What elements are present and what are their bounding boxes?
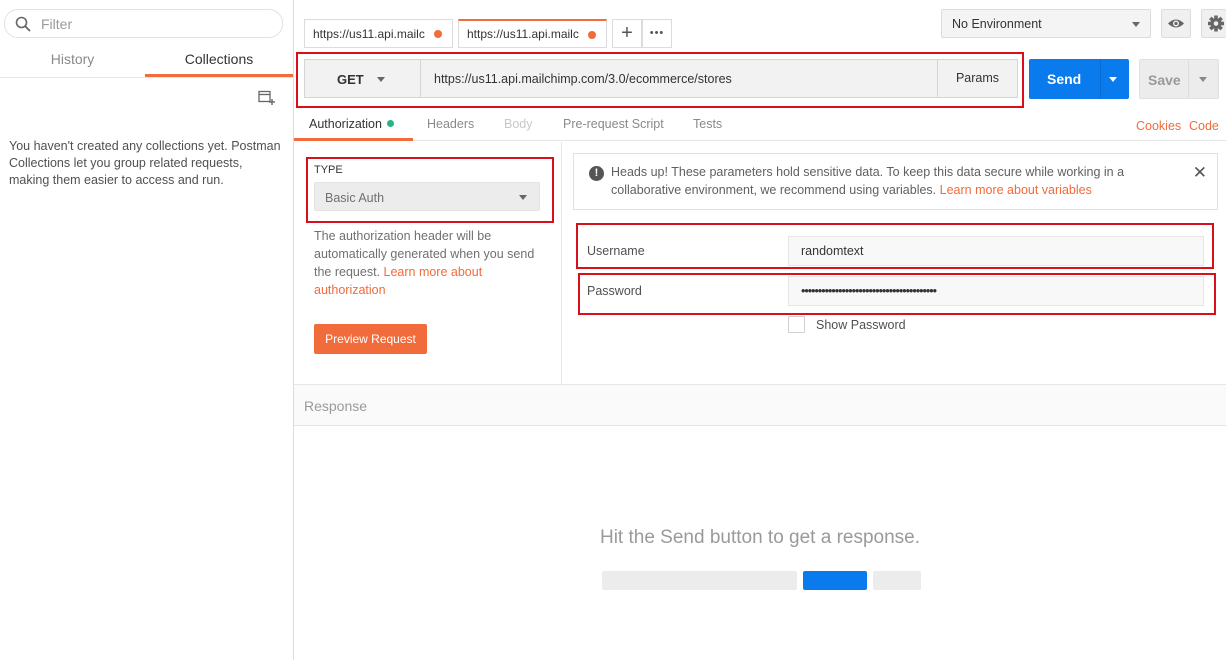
request-tab-1[interactable]: https://us11.api.mailchimp.com/3.0/ecomm… [304, 19, 453, 48]
chevron-down-icon [519, 195, 527, 200]
request-tab-label: https://us11.api.mailchimp.com/3.0/ecomm… [467, 27, 579, 41]
add-tab-button[interactable]: + [612, 19, 642, 48]
chevron-down-icon [1132, 22, 1140, 27]
tab-authorization[interactable]: Authorization [309, 117, 394, 131]
tab-tests[interactable]: Tests [693, 117, 722, 131]
environment-quick-look-button[interactable] [1161, 9, 1191, 38]
auth-type-label: TYPE [314, 164, 343, 176]
auth-description: The authorization header will be automat… [314, 227, 546, 299]
unsaved-dot-icon [434, 30, 442, 38]
tab-history[interactable]: History [0, 44, 145, 77]
chevron-down-icon[interactable] [1199, 77, 1207, 82]
tab-authorization-label: Authorization [309, 117, 382, 131]
environment-select[interactable]: No Environment [941, 9, 1151, 38]
response-header: Response [294, 384, 1226, 426]
auth-type-select[interactable]: Basic Auth [314, 182, 540, 211]
placeholder-bar [873, 571, 921, 590]
empty-collections-message: You haven't created any collections yet.… [9, 139, 281, 187]
active-indicator-icon [386, 120, 394, 127]
active-tab-underline [294, 138, 413, 141]
send-divider [1100, 59, 1101, 99]
empty-response-message: Hit the Send button to get a response. [599, 527, 921, 548]
sidebar-tabs: History Collections [0, 44, 293, 78]
tab-collections[interactable]: Collections [145, 44, 293, 77]
learn-more-variables-link[interactable]: Learn more about variables [940, 183, 1092, 197]
search-icon [15, 16, 31, 32]
filter-box[interactable] [4, 9, 283, 38]
eye-icon [1168, 19, 1184, 28]
gear-icon [1208, 15, 1224, 32]
auth-type-panel: TYPE Basic Auth The authorization header… [294, 142, 562, 384]
code-link[interactable]: Code [1189, 119, 1219, 133]
tab-body[interactable]: Body [504, 117, 533, 131]
tab-pre-request-script[interactable]: Pre-request Script [563, 117, 664, 131]
auth-type-value: Basic Auth [325, 191, 385, 205]
environment-selected: No Environment [952, 17, 1042, 31]
chevron-down-icon [377, 77, 385, 82]
url-bar: GET Params [304, 59, 1018, 98]
save-label: Save [1148, 72, 1181, 88]
preview-request-button[interactable]: Preview Request [314, 324, 427, 354]
method-label: GET [337, 72, 364, 87]
save-button[interactable]: Save [1139, 59, 1219, 99]
unsaved-dot-icon [588, 31, 596, 39]
url-input[interactable] [422, 60, 938, 97]
save-divider [1188, 60, 1189, 98]
cookies-link[interactable]: Cookies [1136, 119, 1181, 133]
send-label: Send [1047, 71, 1082, 87]
send-button[interactable]: Send [1029, 59, 1129, 99]
close-icon[interactable]: ✕ [1193, 164, 1207, 181]
settings-button[interactable] [1201, 9, 1226, 38]
sensitive-data-notice: ! Heads up! These parameters hold sensit… [573, 153, 1218, 210]
request-tab-label: https://us11.api.mailchimp.com/3.0/ecomm… [313, 27, 425, 41]
placeholder-bar [602, 571, 797, 590]
username-label: Username [587, 244, 645, 258]
chevron-down-icon[interactable] [1109, 77, 1117, 82]
password-label: Password [587, 284, 642, 298]
sidebar: History Collections You haven't created … [0, 0, 294, 660]
method-select[interactable]: GET [305, 60, 421, 97]
show-password-label: Show Password [816, 318, 906, 332]
more-tabs-button[interactable]: ••• [642, 19, 672, 48]
request-tabs: Authorization Headers Body Pre-request S… [294, 109, 1226, 141]
new-collection-icon[interactable] [258, 90, 276, 106]
placeholder-bar-accent [803, 571, 867, 590]
show-password-checkbox[interactable] [788, 316, 805, 333]
notice-message: Heads up! These parameters hold sensitiv… [611, 163, 1191, 199]
tab-headers[interactable]: Headers [427, 117, 474, 131]
response-title: Response [304, 398, 368, 414]
warning-icon: ! [589, 166, 604, 181]
params-button[interactable]: Params [937, 60, 1017, 97]
request-tab-2[interactable]: https://us11.api.mailchimp.com/3.0/ecomm… [458, 19, 607, 48]
username-input[interactable] [788, 236, 1204, 266]
password-input[interactable] [788, 276, 1204, 306]
filter-input[interactable] [41, 15, 271, 33]
